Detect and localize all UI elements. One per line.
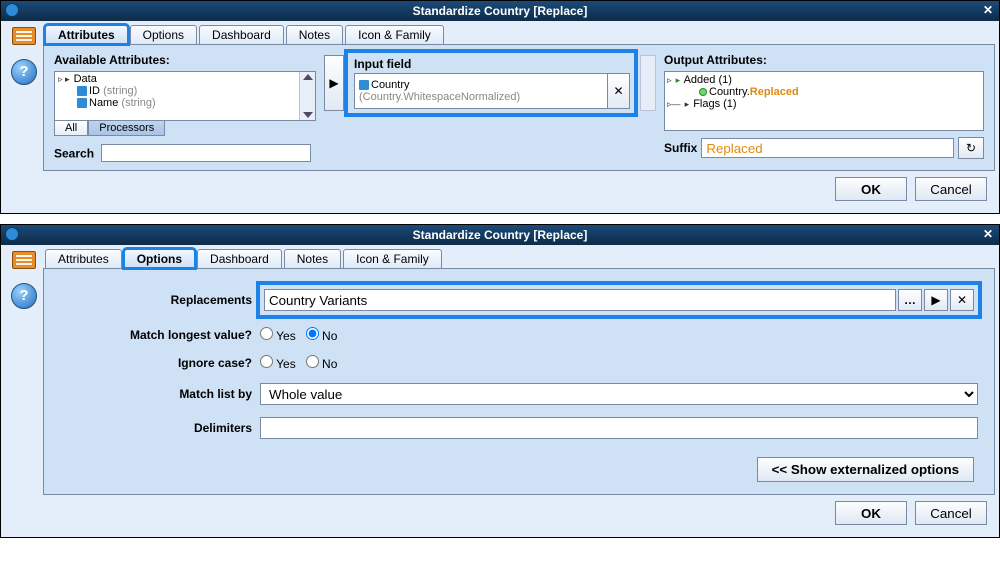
tree-added-suffix: Replaced: [750, 86, 799, 98]
cancel-button[interactable]: Cancel: [915, 501, 987, 525]
tab-dashboard[interactable]: Dashboard: [197, 249, 282, 268]
radio-label-yes: Yes: [276, 357, 296, 371]
help-icon[interactable]: ?: [11, 59, 37, 85]
processor-icon[interactable]: [12, 251, 36, 269]
search-label: Search: [54, 147, 94, 161]
browse-icon[interactable]: …: [898, 289, 922, 311]
window-title: Standardize Country [Replace]: [413, 228, 588, 242]
suffix-input[interactable]: [701, 138, 954, 158]
replacements-label: Replacements: [60, 293, 260, 307]
radio-label-no: No: [322, 329, 337, 343]
delimiters-label: Delimiters: [60, 421, 260, 435]
output-attributes-label: Output Attributes:: [664, 53, 984, 67]
match-longest-no[interactable]: No: [306, 327, 338, 343]
input-field-name: Country: [371, 79, 410, 91]
window-options: Standardize Country [Replace] ✕ ? Attrib…: [0, 224, 1000, 538]
tree-item: ID: [89, 85, 100, 97]
titlebar: Standardize Country [Replace] ✕: [1, 225, 999, 245]
replacements-group: … ▶ ✕: [260, 285, 978, 315]
tab-attributes[interactable]: Attributes: [45, 25, 128, 44]
clear-input-icon[interactable]: ✕: [607, 74, 629, 108]
tab-options[interactable]: Options: [130, 25, 197, 44]
available-attributes-list[interactable]: ▹ ▸ Data ID (string) Name (string): [54, 71, 316, 121]
attributes-panel: Available Attributes: ▹ ▸ Data ID (strin…: [43, 44, 995, 171]
ok-button[interactable]: OK: [835, 501, 907, 525]
tree-root: Data: [74, 73, 97, 85]
radio-label-no: No: [322, 357, 337, 371]
match-longest-label: Match longest value?: [60, 328, 260, 342]
tab-bar: Attributes Options Dashboard Notes Icon …: [43, 25, 995, 44]
radio-label-yes: Yes: [276, 329, 296, 343]
replacements-input[interactable]: [264, 289, 896, 311]
match-list-by-select[interactable]: Whole value: [260, 383, 978, 405]
available-attributes-label: Available Attributes:: [54, 53, 316, 67]
left-gutter: ?: [5, 25, 43, 207]
add-attribute-button[interactable]: ▶: [324, 55, 344, 111]
ignore-case-label: Ignore case?: [60, 356, 260, 370]
tab-options[interactable]: Options: [124, 249, 195, 268]
close-icon[interactable]: ✕: [983, 227, 993, 241]
refresh-icon[interactable]: ↻: [958, 137, 984, 159]
attribute-icon: [77, 98, 87, 108]
tree-item: Name: [89, 97, 118, 109]
ok-button[interactable]: OK: [835, 177, 907, 201]
scrollbar[interactable]: [299, 72, 315, 120]
ignore-case-yes[interactable]: Yes: [260, 355, 296, 371]
input-field-title: Input field: [354, 57, 630, 71]
app-icon: [5, 3, 19, 17]
go-icon[interactable]: ▶: [924, 289, 948, 311]
match-longest-yes[interactable]: Yes: [260, 327, 296, 343]
app-icon: [5, 227, 19, 241]
window-attributes: Standardize Country [Replace] ✕ ? Attrib…: [0, 0, 1000, 214]
tree-added-item: Country.: [709, 86, 750, 98]
status-dot-icon: [699, 88, 707, 96]
tab-notes[interactable]: Notes: [284, 249, 341, 268]
tab-dashboard[interactable]: Dashboard: [199, 25, 284, 44]
tree-flags: Flags (1): [693, 98, 736, 110]
close-icon[interactable]: ✕: [983, 3, 993, 17]
subtab-processors[interactable]: Processors: [88, 120, 165, 136]
clear-icon[interactable]: ✕: [950, 289, 974, 311]
match-list-by-label: Match list by: [60, 387, 260, 401]
suffix-label: Suffix: [664, 141, 697, 155]
attribute-icon: [359, 80, 369, 90]
tree-added: Added (1): [684, 74, 732, 86]
tab-icon-family[interactable]: Icon & Family: [345, 25, 444, 44]
tree-item-type: (string): [121, 97, 155, 109]
tab-bar: Attributes Options Dashboard Notes Icon …: [43, 249, 995, 268]
tab-notes[interactable]: Notes: [286, 25, 343, 44]
attribute-icon: [77, 86, 87, 96]
tree-item-type: (string): [103, 85, 137, 97]
subtab-all[interactable]: All: [54, 120, 88, 136]
input-field-detail: (Country.WhitespaceNormalized): [359, 91, 603, 103]
input-field-group: Input field Country (Country.WhitespaceN…: [348, 53, 634, 113]
window-title: Standardize Country [Replace]: [413, 4, 588, 18]
ignore-case-no[interactable]: No: [306, 355, 338, 371]
search-input[interactable]: [101, 144, 311, 162]
delimiters-input[interactable]: [260, 417, 978, 439]
processor-icon[interactable]: [12, 27, 36, 45]
scrollbar[interactable]: [640, 55, 656, 111]
help-icon[interactable]: ?: [11, 283, 37, 309]
output-attributes-tree[interactable]: ▹ ▸ Added (1) Country.Replaced ▹— ▸ Flag…: [664, 71, 984, 131]
cancel-button[interactable]: Cancel: [915, 177, 987, 201]
tab-icon-family[interactable]: Icon & Family: [343, 249, 442, 268]
tab-attributes[interactable]: Attributes: [45, 249, 122, 268]
show-externalized-button[interactable]: << Show externalized options: [757, 457, 974, 482]
left-gutter: ?: [5, 249, 43, 531]
titlebar: Standardize Country [Replace] ✕: [1, 1, 999, 21]
options-panel: Replacements … ▶ ✕ Match longest value? …: [43, 268, 995, 495]
